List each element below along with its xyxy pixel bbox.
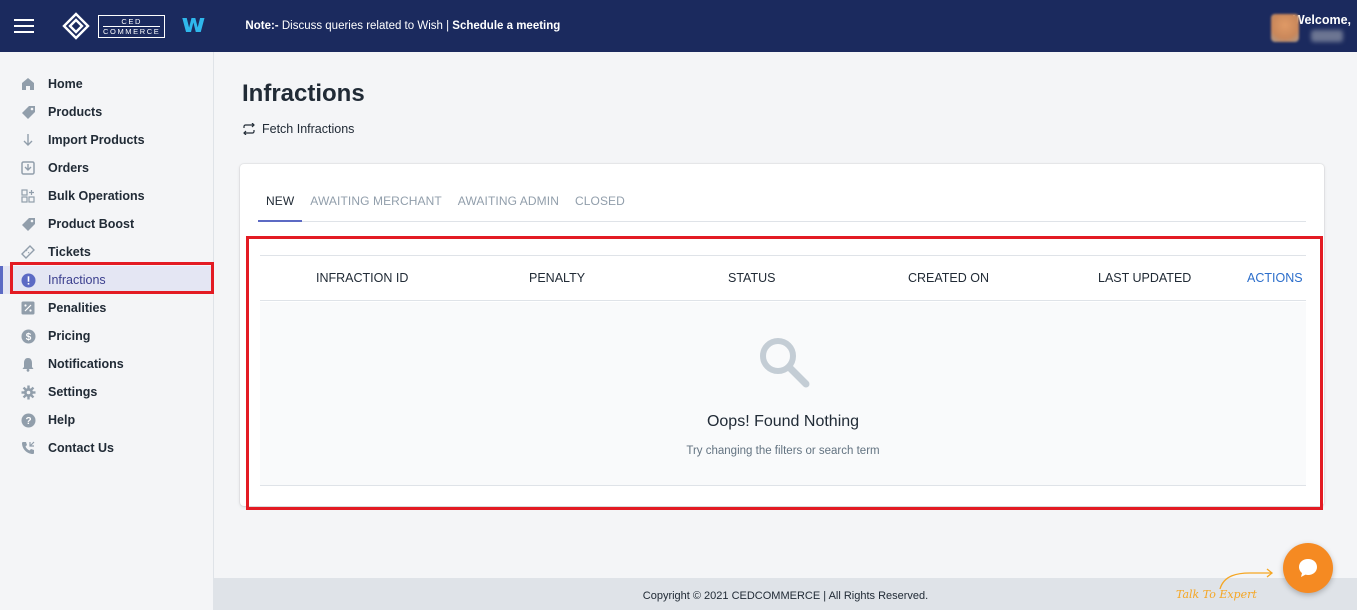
chat-button[interactable]	[1283, 543, 1333, 593]
bell-icon	[20, 356, 36, 372]
logo-top-text: CED	[103, 17, 161, 27]
sidebar-item-tickets[interactable]: Tickets	[0, 238, 213, 266]
tab-closed[interactable]: CLOSED	[567, 186, 633, 222]
chat-bubble-icon	[1299, 559, 1317, 577]
empty-state-subtitle: Try changing the filters or search term	[686, 445, 880, 457]
column-header-actions[interactable]: ACTIONS	[1247, 256, 1303, 300]
note-text: Discuss queries related to Wish |	[278, 20, 453, 32]
sidebar-item-pricing[interactable]: $ Pricing	[0, 322, 213, 350]
sidebar-item-label: Products	[48, 105, 103, 119]
empty-state: Oops! Found Nothing Try changing the fil…	[260, 302, 1306, 486]
sidebar-item-label: Tickets	[48, 245, 91, 259]
gear-icon	[20, 384, 36, 400]
sidebar-item-label: Contact Us	[48, 441, 114, 455]
ticket-icon	[20, 244, 36, 260]
sidebar-item-label: Penalities	[48, 301, 107, 315]
sidebar-item-infractions[interactable]: Infractions	[0, 266, 213, 294]
infraction-tabs: NEW AWAITING MERCHANT AWAITING ADMIN CLO…	[258, 186, 1306, 222]
sidebar-item-label: Settings	[48, 385, 98, 399]
sidebar-item-label: Orders	[48, 161, 89, 175]
sidebar-item-label: Import Products	[48, 133, 145, 147]
sidebar-item-import-products[interactable]: Import Products	[0, 126, 213, 154]
search-icon	[760, 338, 810, 388]
grid-plus-icon	[20, 188, 36, 204]
column-header-last-updated: LAST UPDATED	[1098, 271, 1192, 285]
logo-wordmark: CED COMMERCE	[98, 14, 166, 38]
sidebar-item-notifications[interactable]: Notifications	[0, 350, 213, 378]
sidebar: Home Products Import Products Orders Bul…	[0, 52, 214, 610]
sidebar-item-label: Help	[48, 413, 76, 427]
phone-icon	[20, 440, 36, 456]
refresh-icon	[243, 123, 255, 135]
home-icon	[20, 76, 36, 92]
footer: Copyright © 2021 CEDCOMMERCE | All Right…	[214, 578, 1357, 610]
tag-icon	[20, 104, 36, 120]
alert-circle-icon	[20, 272, 36, 288]
svg-text:$: $	[25, 332, 31, 343]
sidebar-item-orders[interactable]: Orders	[0, 154, 213, 182]
empty-state-title: Oops! Found Nothing	[706, 413, 860, 430]
arrow-down-icon	[20, 132, 36, 148]
tag-icon	[20, 216, 36, 232]
sidebar-item-label: Infractions	[48, 273, 106, 287]
menu-icon[interactable]	[14, 15, 34, 37]
sidebar-item-label: Home	[48, 77, 83, 91]
note-prefix: Note:-	[245, 20, 279, 32]
dollar-icon: $	[20, 328, 36, 344]
column-header-status: STATUS	[728, 271, 776, 285]
user-menu[interactable]: Welcome,	[1270, 0, 1357, 52]
header-note: Note:- Discuss queries related to Wish |…	[245, 20, 560, 32]
top-bar: CED COMMERCE w Note:- Discuss queries re…	[0, 0, 1357, 52]
tab-awaiting-admin[interactable]: AWAITING ADMIN	[450, 186, 567, 222]
page-title: Infractions	[242, 80, 365, 107]
tab-new[interactable]: NEW	[258, 186, 303, 222]
sidebar-item-product-boost[interactable]: Product Boost	[0, 210, 213, 238]
sidebar-item-products[interactable]: Products	[0, 98, 213, 126]
fetch-infractions-label: Fetch Infractions	[262, 122, 355, 136]
sidebar-item-contact-us[interactable]: Contact Us	[0, 434, 213, 462]
sidebar-item-label: Notifications	[48, 357, 124, 371]
sidebar-item-penalities[interactable]: Penalities	[0, 294, 213, 322]
fetch-infractions-button[interactable]: Fetch Infractions	[242, 122, 354, 136]
table-header: INFRACTION ID PENALTY STATUS CREATED ON …	[260, 255, 1306, 301]
logo-bottom-text: COMMERCE	[103, 26, 161, 36]
column-header-penalty: PENALTY	[529, 271, 586, 285]
column-header-infraction-id: INFRACTION ID	[316, 271, 409, 285]
sidebar-item-home[interactable]: Home	[0, 70, 213, 98]
sidebar-item-label: Pricing	[48, 329, 91, 343]
sidebar-item-help[interactable]: ? Help	[0, 406, 213, 434]
cedcommerce-logo[interactable]: CED COMMERCE w	[62, 9, 206, 40]
sidebar-item-settings[interactable]: Settings	[0, 378, 213, 406]
question-icon: ?	[20, 412, 36, 428]
sidebar-item-label: Bulk Operations	[48, 189, 145, 203]
ced-diamond-icon	[62, 12, 90, 40]
column-header-created-on: CREATED ON	[908, 271, 990, 285]
copyright-text: Copyright © 2021 CEDCOMMERCE | All Right…	[642, 590, 929, 602]
svg-text:?: ?	[25, 416, 31, 427]
user-name-blurred	[1311, 30, 1343, 42]
tab-awaiting-merchant[interactable]: AWAITING MERCHANT	[302, 186, 449, 222]
welcome-text: Welcome,	[1292, 13, 1351, 27]
avatar[interactable]	[1270, 14, 1299, 42]
inbox-icon	[20, 160, 36, 176]
schedule-meeting-link[interactable]: Schedule a meeting	[452, 20, 560, 32]
percent-icon	[20, 300, 36, 316]
sidebar-item-bulk-operations[interactable]: Bulk Operations	[0, 182, 213, 210]
sidebar-item-label: Product Boost	[48, 217, 135, 231]
wish-logo: w	[181, 9, 206, 39]
